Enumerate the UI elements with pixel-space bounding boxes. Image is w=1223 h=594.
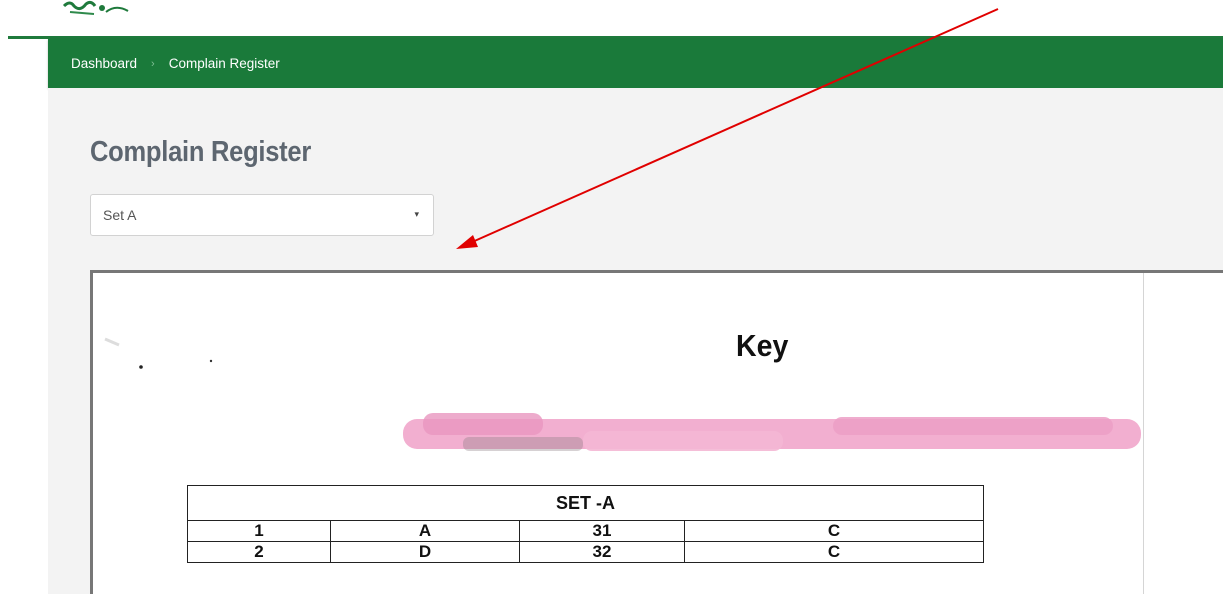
table-cell: 32 [519, 541, 685, 563]
site-logo[interactable] [62, 0, 147, 20]
table-cell: 1 [187, 520, 331, 542]
answer-key-document: Key SET -A 1 A 31 C 2 D 32 C [90, 270, 1223, 594]
redacted-text-blob [403, 413, 1141, 451]
table-header-cell: SET -A [187, 485, 984, 521]
set-select-dropdown[interactable]: Set A ▾ [90, 194, 434, 236]
table-row: 2 D 32 C [187, 541, 984, 563]
breadcrumb-current: Complain Register [168, 56, 280, 71]
table-cell: D [330, 541, 520, 563]
scan-noise [104, 337, 213, 369]
document-border [1143, 273, 1144, 594]
logo-graphic [62, 0, 129, 15]
chevron-down-icon: ▾ [414, 209, 419, 219]
table-cell: A [330, 520, 520, 542]
breadcrumb: Dashboard › Complain Register [48, 39, 1223, 88]
table-cell: C [684, 541, 984, 563]
table-row: 1 A 31 C [187, 520, 984, 542]
table-cell: 2 [187, 541, 331, 563]
table-cell: C [684, 520, 984, 542]
document-heading: Key [736, 328, 789, 363]
page-title: Complain Register [90, 136, 311, 168]
table-header-row: SET -A [187, 485, 984, 521]
set-select-value: Set A [103, 207, 137, 223]
breadcrumb-dashboard-link[interactable]: Dashboard [71, 56, 137, 71]
answer-key-table: SET -A 1 A 31 C 2 D 32 C [187, 485, 984, 563]
breadcrumb-separator-icon: › [151, 57, 155, 70]
top-header [0, 0, 1223, 37]
table-cell: 31 [519, 520, 685, 542]
